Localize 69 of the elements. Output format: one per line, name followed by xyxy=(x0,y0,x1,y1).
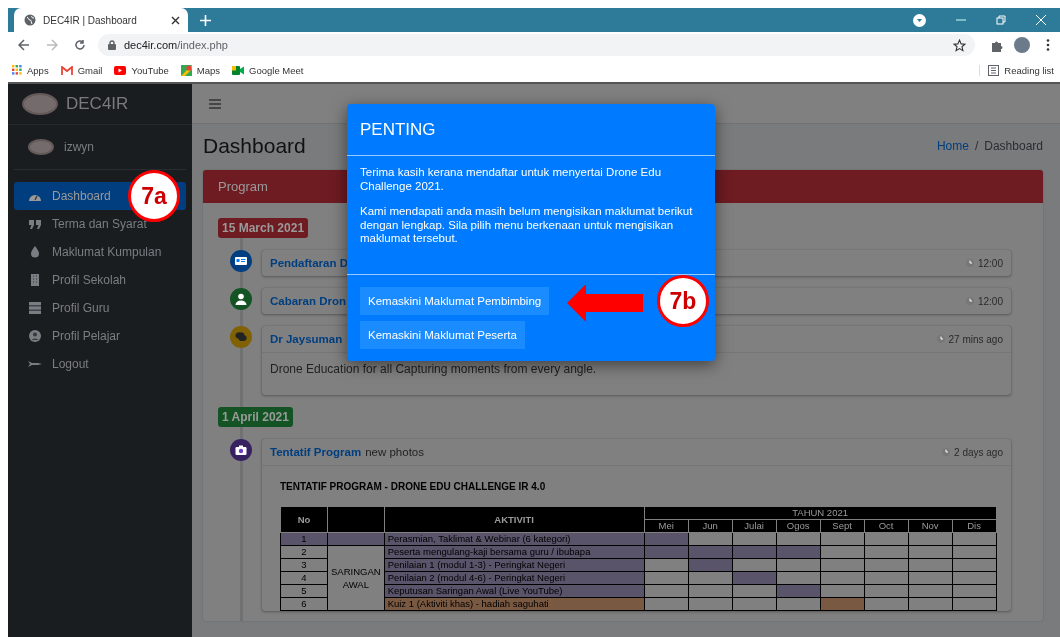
logo-icon xyxy=(22,93,58,115)
close-icon[interactable] xyxy=(171,15,180,25)
mail-icon xyxy=(60,65,73,75)
reload-icon[interactable] xyxy=(74,39,86,51)
lock-icon xyxy=(108,40,116,50)
table-cell: SARINGAN AWAL xyxy=(327,545,385,611)
globe-icon xyxy=(24,14,36,26)
bookmark-link[interactable]: Gmail xyxy=(60,64,103,76)
timestamp: 12:00 xyxy=(977,257,1003,269)
date-badge: 1 April 2021 xyxy=(218,407,293,427)
breadcrumb-item: Dashboard xyxy=(984,139,1043,153)
nav-item[interactable]: Profil Sekolah xyxy=(14,266,186,294)
table-cell: 5 xyxy=(280,584,328,598)
bookmark-link[interactable]: Google Meet xyxy=(232,64,304,76)
play-icon xyxy=(114,65,127,75)
page-title: Dashboard xyxy=(203,134,306,158)
nav-item[interactable]: Logout xyxy=(14,350,186,378)
list-icon xyxy=(988,64,1000,76)
nav-item[interactable]: Profil Guru xyxy=(14,294,186,322)
date-badge: 15 March 2021 xyxy=(218,218,309,238)
brand-name[interactable]: DEC4IR xyxy=(66,94,129,114)
restore-icon[interactable] xyxy=(996,15,1006,25)
nav-item[interactable]: Profil Pelajar xyxy=(14,322,186,350)
update-button[interactable]: Kemaskini Maklumat Pembimbing xyxy=(360,286,550,315)
server-icon xyxy=(28,302,42,314)
table-cell: 4 xyxy=(280,571,328,585)
nav-item[interactable]: Maklumat Kumpulan xyxy=(14,238,186,266)
timestamp: 2 days ago xyxy=(954,446,1003,458)
column-header: No xyxy=(280,506,328,533)
table-cell: 3 xyxy=(280,558,328,572)
user-name[interactable]: izwyn xyxy=(64,140,94,154)
quote-icon xyxy=(28,218,42,230)
breadcrumb-item[interactable]: Home xyxy=(936,139,969,153)
column-header: TAHUN 2021 xyxy=(644,506,997,520)
plane-icon xyxy=(28,358,42,370)
table-cell: 6 xyxy=(280,597,328,611)
bookmark-link[interactable]: Maps xyxy=(180,64,221,76)
timestamp: 27 mins ago xyxy=(948,333,1003,345)
breadcrumb-separator: / xyxy=(974,139,979,153)
back-icon[interactable] xyxy=(18,39,30,51)
timeline-heading: Pendaftaran D xyxy=(270,257,348,269)
post-text: Drone Education for all Capturing moments from every angle. xyxy=(270,362,597,376)
modal-title: PENTING xyxy=(360,120,436,139)
column-header: AKTIVITI xyxy=(384,506,645,533)
user-avatar-icon xyxy=(28,139,54,155)
schedule-title: TENTATIF PROGRAM - DRONE EDU CHALLENGE IR 4.0 xyxy=(280,481,547,492)
dropdown-icon[interactable] xyxy=(913,13,926,27)
timeline-heading: Dr Jaysuman xyxy=(270,333,343,345)
building-icon xyxy=(28,274,42,286)
bookmark-link[interactable]: Apps xyxy=(12,64,49,76)
video-camera-icon xyxy=(232,65,245,75)
grid-icon xyxy=(12,65,22,75)
browser-tab[interactable]: DEC4IR | Dashboard xyxy=(14,8,188,32)
update-button[interactable]: Kemaskini Maklumat Peserta xyxy=(360,320,525,349)
star-icon[interactable] xyxy=(953,38,966,52)
modal-text: Kami mendapati anda masih belum mengisikan maklumat berikut dengan lengkap. Sila pilih menu berkenaan untuk mengisikan maklumat tersebut. xyxy=(360,205,694,246)
drop-icon xyxy=(28,246,42,258)
timeline-heading: Cabaran Dron xyxy=(270,295,347,307)
address-bar[interactable]: dec4ir.com/index.php xyxy=(98,34,975,56)
bookmark-link[interactable]: YouTube xyxy=(114,64,169,76)
new-tab-icon[interactable] xyxy=(200,14,211,26)
usercircle-icon xyxy=(28,330,42,342)
timeline-heading: Tentatif Program new photos xyxy=(270,446,424,458)
table-cell: 2 xyxy=(280,545,328,559)
menu-icon[interactable] xyxy=(1046,39,1050,51)
reading-list-button[interactable]: Reading list xyxy=(979,64,1054,76)
timestamp: 12:00 xyxy=(977,295,1003,307)
avatar-icon[interactable] xyxy=(1014,37,1030,53)
map-pin-icon xyxy=(180,64,192,76)
